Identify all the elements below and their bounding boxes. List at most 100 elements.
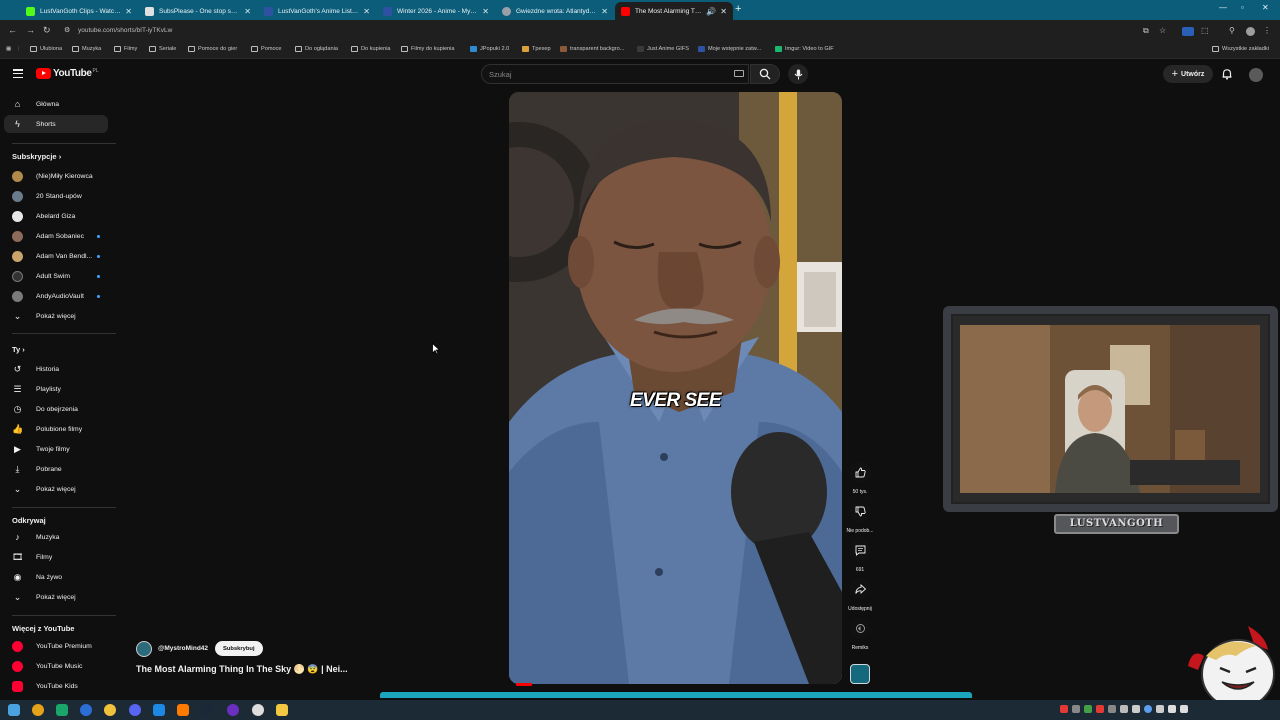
bookmark-folder[interactable]: Pomoce <box>251 46 282 52</box>
bookmark-folder[interactable]: Muzyka <box>72 46 101 52</box>
obs-icon[interactable] <box>252 704 264 716</box>
sidebar-item-downloads[interactable]: ⤓ Pobrane <box>4 460 108 478</box>
avatar[interactable] <box>1249 68 1263 82</box>
menu-dots-icon[interactable]: ⋮ <box>1263 26 1271 35</box>
sidebar-item-yt-premium[interactable]: YouTube Premium <box>4 637 108 655</box>
browser-tab-active[interactable]: The Most Alarming Thing In 🔊 ✕ <box>615 2 733 20</box>
tray-icon[interactable] <box>1060 705 1068 713</box>
search-input[interactable] <box>481 64 749 84</box>
vlc-icon[interactable] <box>177 704 189 716</box>
apps-icon[interactable]: ▦ <box>6 46 11 52</box>
browser-tab[interactable]: SubsPlease - One stop shop fo ✕ <box>139 2 257 20</box>
folder-icon[interactable] <box>276 704 288 716</box>
close-window-icon[interactable]: ✕ <box>1262 3 1269 12</box>
browser-tab[interactable]: LustVanGoth Clips - Watch Live ✕ <box>20 2 138 20</box>
bookmark-folder[interactable]: Filmy <box>114 46 137 52</box>
volume-icon[interactable] <box>1180 705 1188 713</box>
bookmark-link[interactable]: Imgur: Video to GIF <box>775 46 834 52</box>
sidebar-item-films[interactable]: 🎞 Filmy <box>4 548 108 566</box>
app-icon[interactable] <box>153 704 165 716</box>
start-icon[interactable] <box>8 704 20 716</box>
sidebar-item-live[interactable]: ◉ Na żywo <box>4 568 108 586</box>
minimize-icon[interactable]: — <box>1219 3 1227 12</box>
bookmark-link[interactable]: JPopuki 2.0 <box>470 46 509 52</box>
bell-icon[interactable] <box>1221 68 1233 80</box>
browser-tab[interactable]: Gwiezdne wrota: Atlantyda / St ✕ <box>496 2 614 20</box>
extensions-puzzle-icon[interactable]: ⚲ <box>1229 26 1235 35</box>
bookmark-link[interactable]: transparent backgro... <box>560 46 624 52</box>
create-button[interactable]: + Utwórz <box>1163 65 1213 83</box>
bookmark-folder[interactable]: Seriale <box>149 46 176 52</box>
menu-icon[interactable] <box>13 69 23 79</box>
comments-button[interactable]: 691 <box>846 539 874 573</box>
sidebar-subscription[interactable]: Adult Swim <box>4 267 108 285</box>
bookmark-folder[interactable]: Pomoce do gier <box>188 46 237 52</box>
bookmark-folder[interactable]: Do oglądania <box>295 46 338 52</box>
like-button[interactable]: 50 tys. <box>846 461 874 495</box>
sidebar-subscription[interactable]: Adam Sobaniec <box>4 227 108 245</box>
extension-icon[interactable]: ⬚ <box>1201 26 1209 35</box>
tray-icon[interactable] <box>1144 705 1152 713</box>
site-info-icon[interactable]: ⚙ <box>64 26 70 34</box>
sidebar-item-playlists[interactable]: ☰ Playlisty <box>4 380 108 398</box>
you-heading[interactable]: Ty › <box>12 345 25 354</box>
remix-button[interactable]: Remiks <box>846 617 874 651</box>
maximize-icon[interactable]: ▫ <box>1241 3 1244 12</box>
sidebar-subscription[interactable]: 20 Stand-upów <box>4 187 108 205</box>
channel-thumbnail[interactable] <box>850 664 870 684</box>
tray-icon[interactable] <box>1072 705 1080 713</box>
tray-icon[interactable] <box>1084 705 1092 713</box>
new-tab-button[interactable]: + <box>735 3 741 15</box>
network-icon[interactable] <box>1168 705 1176 713</box>
speaker-icon[interactable]: 🔊 <box>706 7 716 16</box>
bookmark-star-icon[interactable]: ☆ <box>1159 26 1166 35</box>
video-progress[interactable] <box>516 683 532 686</box>
sidebar-item-music[interactable]: ♪ Muzyka <box>4 528 108 546</box>
close-tab-icon[interactable]: ✕ <box>244 7 251 16</box>
channel-name[interactable]: @MystroMind42 <box>158 645 208 652</box>
close-tab-icon[interactable]: ✕ <box>601 7 608 16</box>
sidebar-subscription[interactable]: (Nie)Miły Kierowca <box>4 167 108 185</box>
share-button[interactable]: Udostępnij <box>846 578 874 612</box>
close-tab-icon[interactable]: ✕ <box>482 7 489 16</box>
sidebar-subscription[interactable]: AndyAudioVault <box>4 287 108 305</box>
bookmark-folder[interactable]: Ulubiona <box>30 46 62 52</box>
app-icon[interactable] <box>227 704 239 716</box>
sidebar-subscription[interactable]: Abelard Giza <box>4 207 108 225</box>
sidebar-item-watch-later[interactable]: ◷ Do obejrzenia <box>4 400 108 418</box>
browser-tab[interactable]: LustVanGoth's Anime List - My ✕ <box>258 2 376 20</box>
mic-tray-icon[interactable] <box>1132 705 1140 713</box>
browser-tab[interactable]: Winter 2026 - Anime - MyAnim ✕ <box>377 2 495 20</box>
keyboard-icon[interactable] <box>734 70 744 77</box>
sidebar-item-shorts[interactable]: ϟ Shorts <box>4 115 108 133</box>
bookmark-folder[interactable]: Filmy do kupienia <box>401 46 455 52</box>
install-icon[interactable]: ⧉ <box>1143 26 1149 36</box>
app-icon[interactable] <box>56 704 68 716</box>
bookmark-link[interactable]: Moje wstępnie zatw... <box>698 46 761 52</box>
chrome-icon[interactable] <box>32 704 44 716</box>
sidebar-item-home[interactable]: ⌂ Główna <box>4 95 108 113</box>
youtube-logo[interactable]: YouTube PL <box>36 68 99 79</box>
subscribe-button[interactable]: Subskrybuj <box>215 641 263 656</box>
forward-icon[interactable]: → <box>26 25 35 35</box>
url-text[interactable]: youtube.com/shorts/bIT-iyTKvLw <box>78 27 172 34</box>
close-tab-icon[interactable]: ✕ <box>125 7 132 16</box>
discord-icon[interactable] <box>129 704 141 716</box>
bookmark-link[interactable]: Just Anime GIFS <box>637 46 689 52</box>
sidebar-item-yt-kids[interactable]: YouTube Kids <box>4 677 108 695</box>
profile-icon[interactable] <box>1246 27 1255 36</box>
back-icon[interactable]: ← <box>8 25 17 35</box>
tray-icon[interactable] <box>1108 705 1116 713</box>
bookmark-folder[interactable]: Do kupienia <box>351 46 391 52</box>
shorts-video-player[interactable]: EVER SEE <box>509 92 842 684</box>
all-bookmarks[interactable]: Wszystkie zakładki <box>1212 46 1269 52</box>
sidebar-item-liked[interactable]: 👍 Polubione filmy <box>4 420 108 438</box>
sidebar-item-your-videos[interactable]: ▶ Twoje filmy <box>4 440 108 458</box>
show-more-subscriptions[interactable]: ⌄ Pokaż więcej <box>4 307 108 325</box>
close-tab-icon[interactable]: ✕ <box>720 7 727 16</box>
extension-icon[interactable] <box>1182 27 1194 36</box>
close-tab-icon[interactable]: ✕ <box>363 7 370 16</box>
tray-icon[interactable] <box>1096 705 1104 713</box>
tray-icon[interactable] <box>1120 705 1128 713</box>
subscriptions-heading[interactable]: Subskrypcje › <box>12 152 61 161</box>
